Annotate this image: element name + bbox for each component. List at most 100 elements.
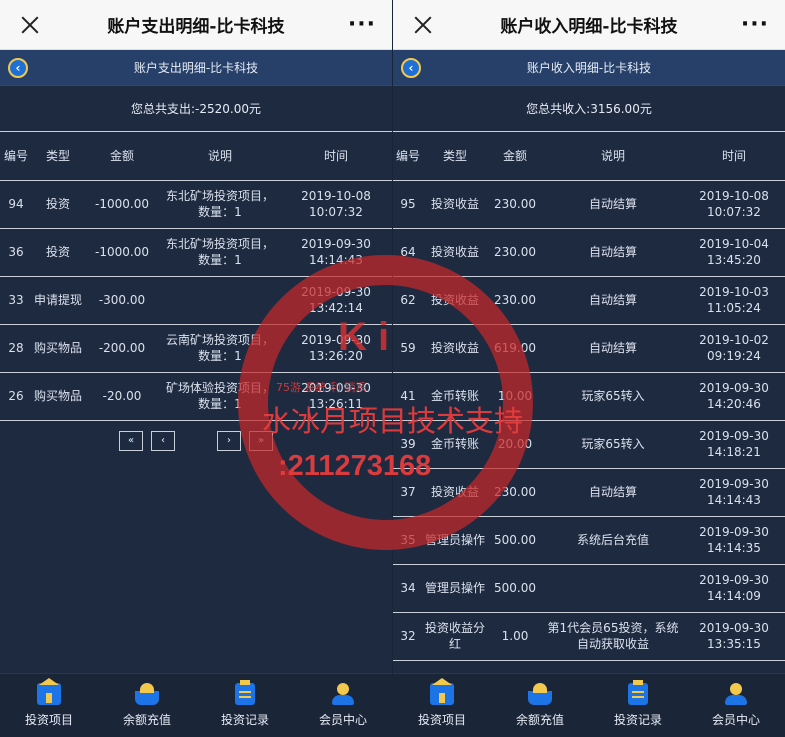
cell-time: 2019-09-30 14:14:43 [683, 468, 785, 517]
nav-label: 余额充值 [122, 713, 171, 727]
cell-type: 投资收益 [423, 180, 487, 229]
table-row: 28 购买物品 -200.00 云南矿场投资项目，数量：1 2019-09-30… [0, 324, 392, 373]
cell-type: 金币转账 [423, 372, 487, 421]
header-id: 编号 [393, 132, 423, 181]
cell-type: 金币转账 [423, 420, 487, 469]
header-amount: 金额 [84, 132, 160, 181]
cell-time: 2019-10-08 10:07:32 [683, 180, 785, 229]
expense-panel: 账户支出明细-比卡科技 ··· ‹ 账户支出明细-比卡科技 您总共支出: -25… [0, 0, 392, 737]
cell-time: 2019-10-03 11:05:24 [683, 276, 785, 325]
income-panel: 账户收入明细-比卡科技 ··· ‹ 账户收入明细-比卡科技 您总共收入: 315… [392, 0, 785, 737]
cell-id: 36 [0, 228, 32, 277]
header-type: 类型 [423, 132, 487, 181]
table-header-row: 编号 类型 金额 说明 时间 [0, 132, 392, 181]
back-icon[interactable]: ‹ [8, 58, 28, 78]
nav-recharge[interactable]: 余额充值 [516, 683, 564, 728]
nav-invest-records[interactable]: 投资记录 [221, 680, 269, 728]
cell-amount: 1.00 [487, 612, 543, 661]
cell-time: 2019-09-30 13:35:15 [683, 612, 785, 661]
bottom-nav: 投资项目 余额充值 投资记录 会员中心 [393, 673, 785, 737]
cell-id: 33 [0, 276, 32, 325]
last-page-button[interactable]: » [249, 430, 273, 451]
cell-desc [543, 564, 683, 613]
top-bar: 账户收入明细-比卡科技 ··· [393, 0, 785, 50]
nav-invest-projects[interactable]: 投资项目 [417, 678, 466, 728]
cell-id: 32 [393, 612, 423, 661]
cell-desc: 玩家65转入 [543, 372, 683, 421]
cell-amount: 500.00 [487, 564, 543, 613]
header-type: 类型 [32, 132, 84, 181]
screen: 账户支出明细-比卡科技 ··· ‹ 账户支出明细-比卡科技 您总共支出: -25… [0, 0, 785, 737]
cell-amount: -1000.00 [84, 180, 160, 229]
nav-invest-records[interactable]: 投资记录 [614, 680, 662, 728]
cell-time: 2019-09-30 13:26:20 [280, 324, 392, 373]
income-table: 编号 类型 金额 说明 时间 95 投资收益 230.00 自动结算 2019-… [393, 132, 785, 661]
cell-type: 投资 [32, 228, 84, 277]
cell-desc [160, 276, 280, 325]
nav-label: 投资项目 [24, 713, 73, 727]
table-row: 35 管理员操作 500.00 系统后台充值 2019-09-30 14:14:… [393, 516, 785, 565]
cell-amount: -20.00 [84, 372, 160, 421]
nav-label: 会员中心 [711, 713, 760, 727]
next-page-button[interactable]: › [217, 430, 241, 451]
back-icon[interactable]: ‹ [401, 58, 421, 78]
cell-amount: 230.00 [487, 228, 543, 277]
cell-time: 2019-09-30 14:20:46 [683, 372, 785, 421]
close-icon[interactable] [409, 11, 437, 39]
table-row: 39 金币转账 20.00 玩家65转入 2019-09-30 14:18:21 [393, 420, 785, 469]
page-subtitle: 账户收入明细-比卡科技 [526, 61, 652, 75]
cell-time: 2019-09-30 14:14:43 [280, 228, 392, 277]
cell-desc: 玩家65转入 [543, 420, 683, 469]
cell-amount: 20.00 [487, 420, 543, 469]
cell-type: 投资收益 [423, 324, 487, 373]
cell-desc: 自动结算 [543, 228, 683, 277]
prev-page-button[interactable]: ‹ [151, 430, 175, 451]
nav-label: 会员中心 [318, 713, 367, 727]
cell-id: 34 [393, 564, 423, 613]
cell-amount: -200.00 [84, 324, 160, 373]
table-header-row: 编号 类型 金额 说明 时间 [393, 132, 785, 181]
user-icon [724, 683, 748, 705]
more-icon[interactable]: ··· [741, 12, 769, 37]
more-icon[interactable]: ··· [348, 12, 376, 37]
header-desc: 说明 [543, 132, 683, 181]
nav-member-center[interactable]: 会员中心 [319, 683, 367, 728]
cell-id: 37 [393, 468, 423, 517]
cell-type: 购买物品 [32, 324, 84, 373]
table-row: 94 投资 -1000.00 东北矿场投资项目，数量：1 2019-10-08 … [0, 180, 392, 229]
total-value: -2520.00元 [195, 102, 261, 116]
cell-desc: 云南矿场投资项目，数量：1 [160, 324, 280, 373]
header-id: 编号 [0, 132, 32, 181]
cell-id: 62 [393, 276, 423, 325]
cell-time: 2019-10-08 10:07:32 [280, 180, 392, 229]
nav-label: 投资项目 [417, 713, 466, 727]
nav-recharge[interactable]: 余额充值 [123, 683, 171, 728]
table-row: 32 投资收益分红 1.00 第1代会员65投资，系统自动获取收益 2019-0… [393, 612, 785, 661]
cell-amount: 230.00 [487, 468, 543, 517]
total-label: 您总共收入: [526, 102, 591, 116]
cell-desc: 系统后台充值 [543, 516, 683, 565]
cell-desc: 东北矿场投资项目，数量：1 [160, 228, 280, 277]
first-page-button[interactable]: « [119, 430, 143, 451]
close-icon[interactable] [16, 11, 44, 39]
window-title: 账户支出明细-比卡科技 [107, 17, 285, 37]
cell-id: 59 [393, 324, 423, 373]
sub-header: ‹ 账户收入明细-比卡科技 [393, 50, 785, 86]
table-row: 41 金币转账 10.00 玩家65转入 2019-09-30 14:20:46 [393, 372, 785, 421]
cell-amount: -300.00 [84, 276, 160, 325]
cell-type: 管理员操作 [423, 516, 487, 565]
clipboard-icon [627, 680, 648, 705]
cell-type: 投资收益 [423, 228, 487, 277]
basket-icon [527, 683, 552, 705]
table-row: 37 投资收益 230.00 自动结算 2019-09-30 14:14:43 [393, 468, 785, 517]
nav-member-center[interactable]: 会员中心 [712, 683, 760, 728]
cell-amount: 230.00 [487, 276, 543, 325]
total-income: 您总共收入: 3156.00元 [393, 86, 785, 132]
table-row: 34 管理员操作 500.00 2019-09-30 14:14:09 [393, 564, 785, 613]
nav-invest-projects[interactable]: 投资项目 [24, 678, 73, 728]
table-row: 62 投资收益 230.00 自动结算 2019-10-03 11:05:24 [393, 276, 785, 325]
cell-id: 95 [393, 180, 423, 229]
bottom-nav: 投资项目 余额充值 投资记录 会员中心 [0, 673, 392, 737]
top-bar: 账户支出明细-比卡科技 ··· [0, 0, 392, 50]
cell-type: 投资收益分红 [423, 612, 487, 661]
